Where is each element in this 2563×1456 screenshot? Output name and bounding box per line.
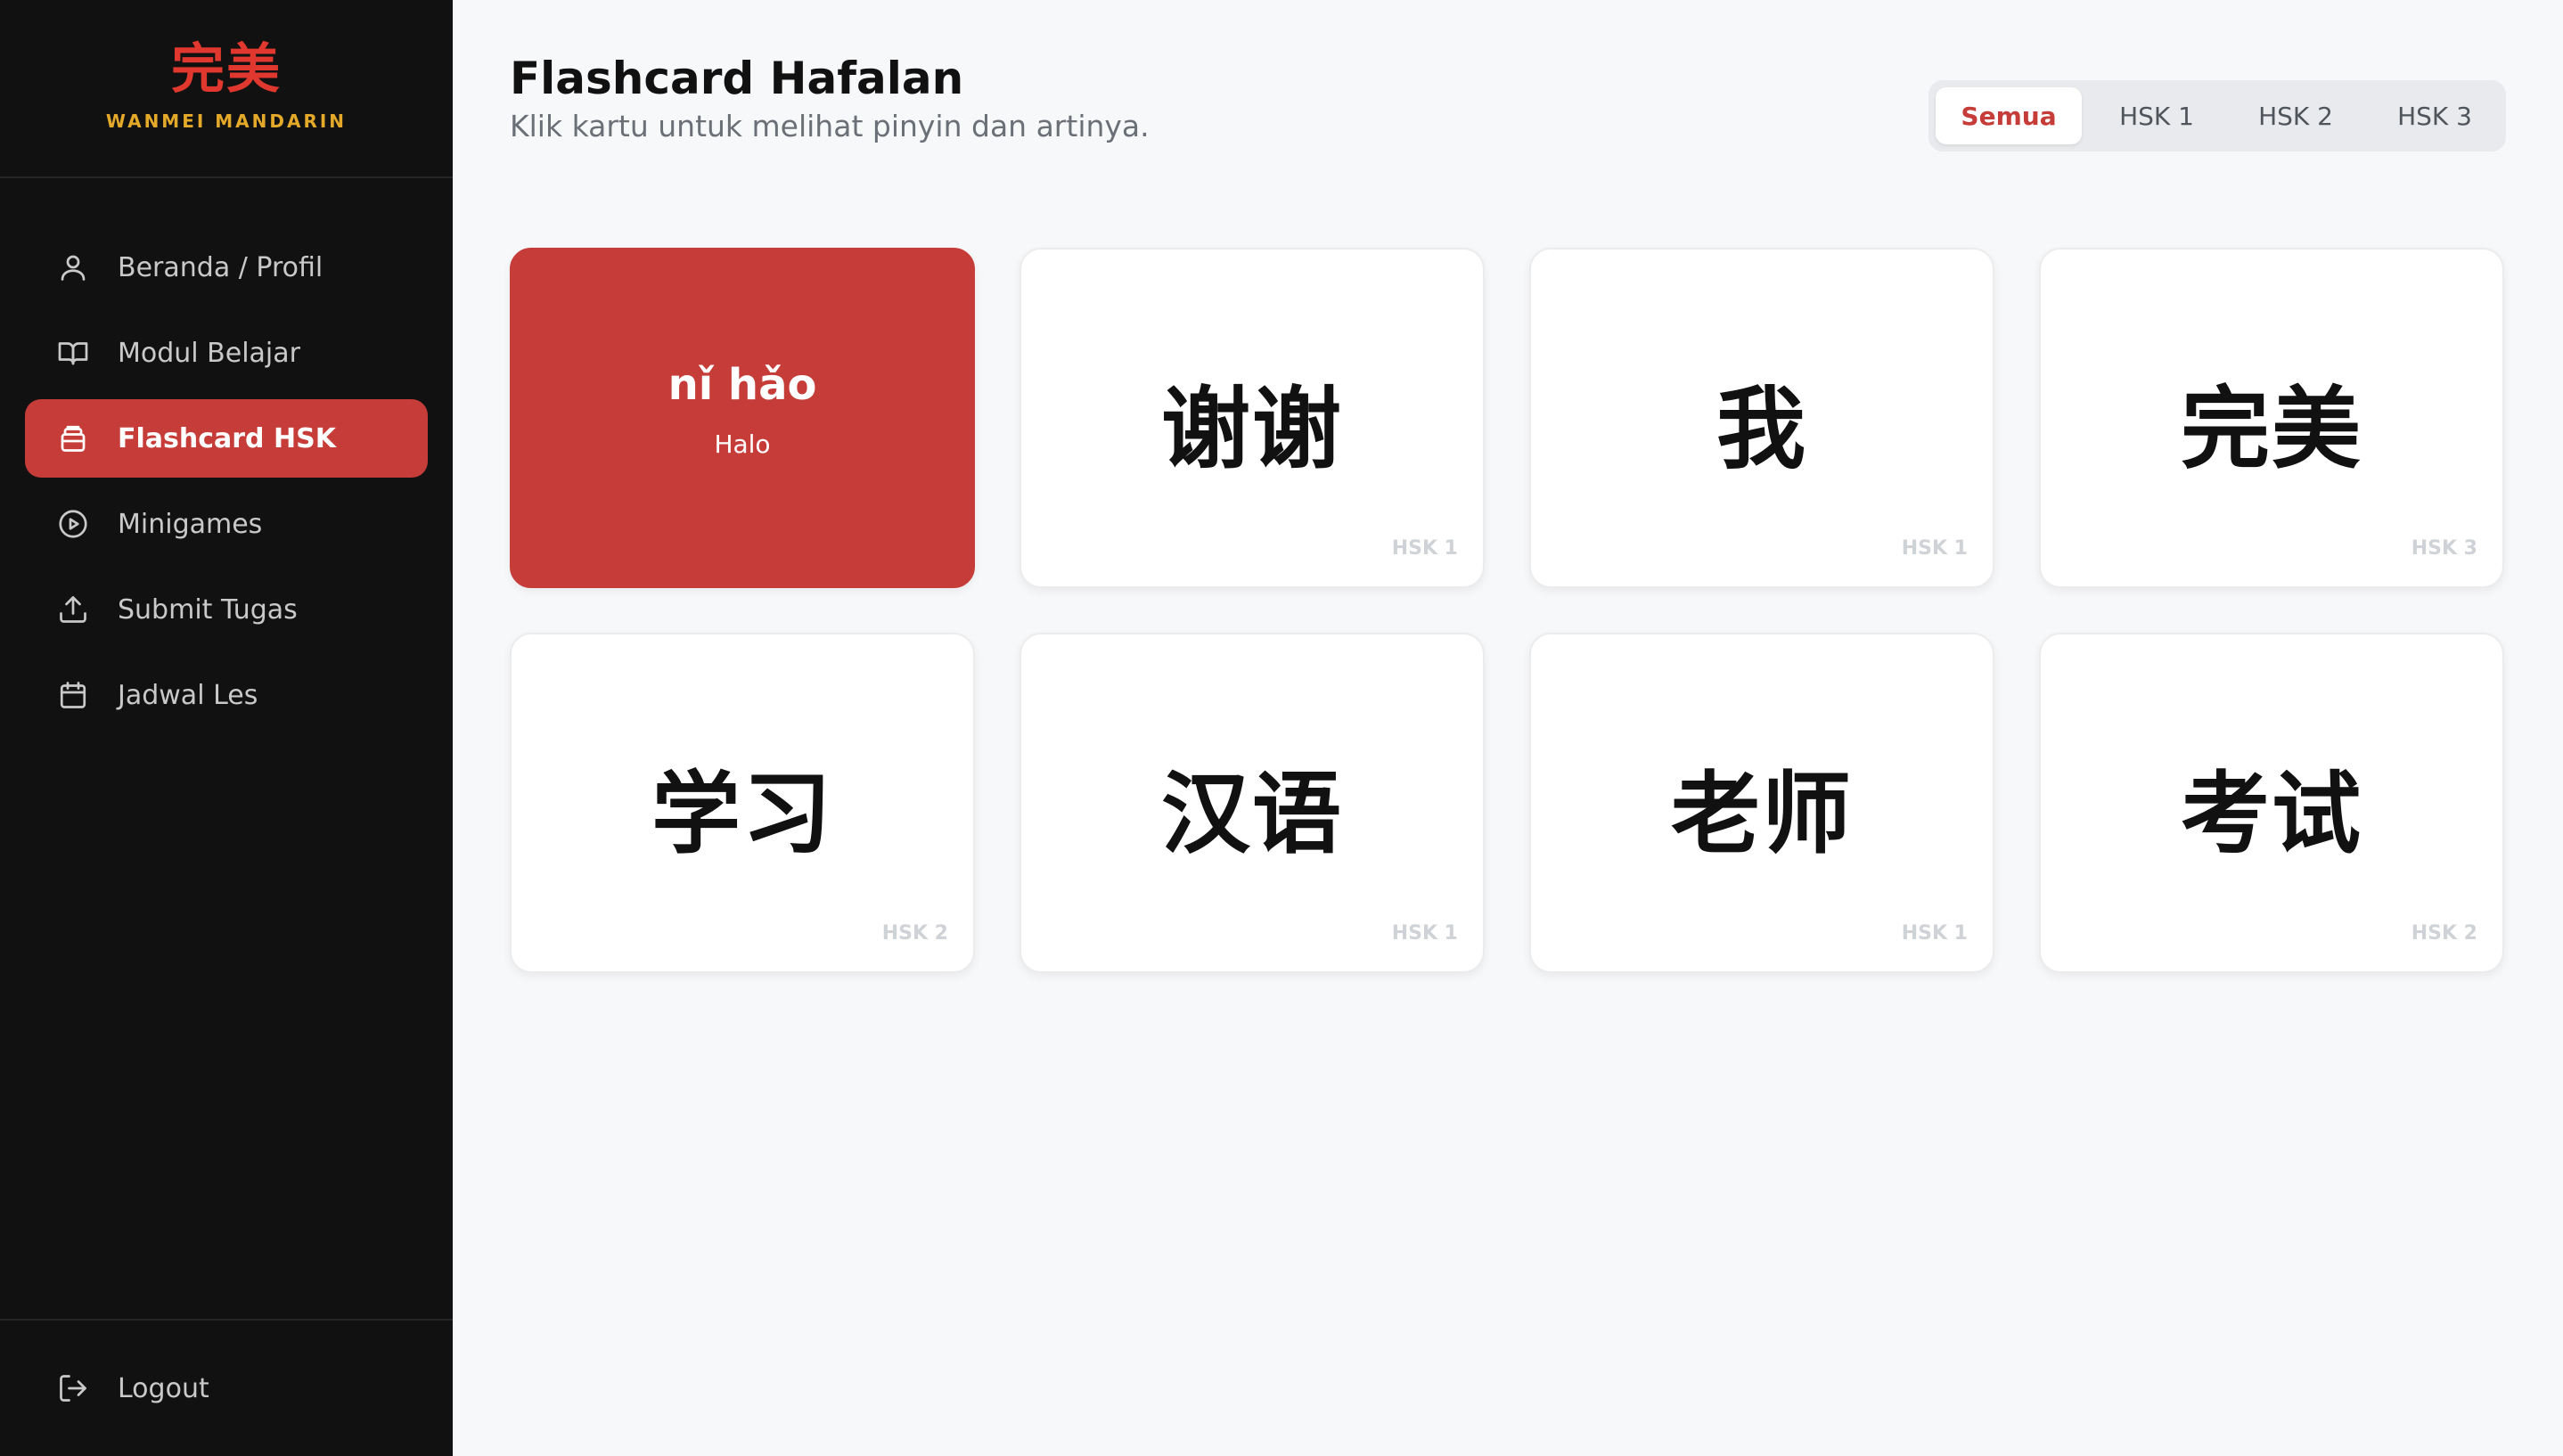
brand-name: WANMEI MANDARIN — [105, 110, 348, 132]
filter-tab-semua[interactable]: Semua — [1936, 87, 2082, 144]
flashcard-wo[interactable]: 我 HSK 1 — [1529, 248, 1994, 588]
app-root: 完美 WANMEI MANDARIN Beranda / Profil Modu… — [0, 0, 2563, 1456]
card-hanzi: 我 — [1716, 376, 1807, 481]
card-meaning: Halo — [714, 429, 771, 459]
page-header: Flashcard Hafalan Klik kartu untuk melih… — [510, 53, 2506, 196]
logout-icon — [55, 1370, 91, 1406]
sidebar-item-modul[interactable]: Modul Belajar — [25, 314, 428, 392]
play-icon — [55, 506, 91, 542]
card-hanzi: 谢谢 — [1161, 376, 1343, 481]
sidebar-item-submit[interactable]: Submit Tugas — [25, 570, 428, 649]
card-hanzi: 学习 — [651, 761, 833, 866]
filter-tab-hsk2[interactable]: HSK 2 — [2231, 87, 2360, 144]
card-level-badge: HSK 1 — [1901, 537, 1968, 560]
card-level-badge: HSK 1 — [1391, 537, 1458, 560]
filter-tab-hsk3[interactable]: HSK 3 — [2371, 87, 2499, 144]
sidebar-item-flashcard[interactable]: Flashcard HSK — [25, 399, 428, 478]
sidebar-item-label: Submit Tugas — [118, 593, 298, 626]
flashcard-hanyu[interactable]: 汉语 HSK 1 — [1019, 633, 1485, 973]
main-content: Flashcard Hafalan Klik kartu untuk melih… — [453, 0, 2563, 1456]
page-title: Flashcard Hafalan — [510, 53, 964, 104]
flashcard-kaoshi[interactable]: 考试 HSK 2 — [2039, 633, 2504, 973]
cards-icon — [55, 421, 91, 456]
sidebar-item-label: Jadwal Les — [118, 679, 258, 711]
card-level-badge: HSK 2 — [881, 922, 948, 945]
filter-tab-hsk1[interactable]: HSK 1 — [2092, 87, 2221, 144]
hsk-filter: Semua HSK 1 HSK 2 HSK 3 — [1928, 80, 2506, 151]
flashcard-xiexie[interactable]: 谢谢 HSK 1 — [1019, 248, 1485, 588]
card-level-badge: HSK 1 — [1901, 922, 1968, 945]
card-hanzi: 老师 — [1671, 761, 1853, 866]
sidebar-item-label: Modul Belajar — [118, 337, 300, 369]
flashcard-wanmei[interactable]: 完美 HSK 3 — [2039, 248, 2504, 588]
flashcard-laoshi[interactable]: 老师 HSK 1 — [1529, 633, 1994, 973]
page-subtitle: Klik kartu untuk melihat pinyin dan arti… — [510, 108, 1150, 143]
user-icon — [55, 249, 91, 285]
card-hanzi: 完美 — [2181, 376, 2362, 481]
title-block: Flashcard Hafalan Klik kartu untuk melih… — [510, 53, 1150, 143]
sidebar-item-label: Flashcard HSK — [118, 422, 336, 454]
flashcard-nihao[interactable]: nǐ hǎo Halo — [510, 248, 975, 588]
brand: 完美 WANMEI MANDARIN — [0, 0, 453, 178]
sidebar: 完美 WANMEI MANDARIN Beranda / Profil Modu… — [0, 0, 453, 1456]
flashcard-xuexi[interactable]: 学习 HSK 2 — [510, 633, 975, 973]
logout-label: Logout — [118, 1372, 209, 1404]
sidebar-item-minigames[interactable]: Minigames — [25, 485, 428, 563]
sidebar-nav: Beranda / Profil Modul Belajar Flashcard… — [0, 178, 453, 734]
card-pinyin: nǐ hǎo — [667, 359, 817, 410]
upload-icon — [55, 592, 91, 627]
logout-button[interactable]: Logout — [25, 1349, 428, 1427]
card-hanzi: 考试 — [2181, 761, 2362, 866]
card-level-badge: HSK 3 — [2411, 537, 2477, 560]
sidebar-footer: Logout — [0, 1319, 453, 1456]
sidebar-item-beranda[interactable]: Beranda / Profil — [25, 228, 428, 307]
card-level-badge: HSK 1 — [1391, 922, 1458, 945]
sidebar-item-label: Minigames — [118, 508, 263, 540]
sidebar-item-label: Beranda / Profil — [118, 251, 323, 283]
calendar-icon — [55, 677, 91, 713]
sidebar-item-jadwal[interactable]: Jadwal Les — [25, 656, 428, 734]
book-icon — [55, 335, 91, 371]
card-hanzi: 汉语 — [1161, 761, 1343, 866]
card-level-badge: HSK 2 — [2411, 922, 2477, 945]
brand-logo: 完美 — [171, 38, 282, 101]
flashcard-grid: nǐ hǎo Halo 谢谢 HSK 1 我 HSK 1 完美 HSK 3 学习… — [510, 248, 2506, 973]
